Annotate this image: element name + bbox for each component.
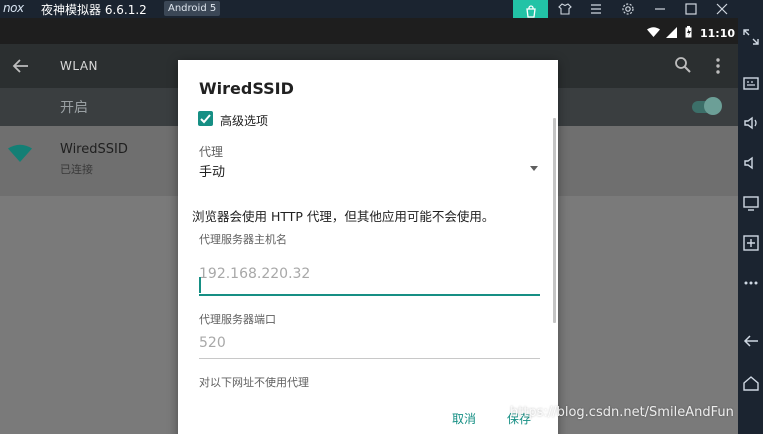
minimize-button[interactable] (645, 0, 675, 18)
proxy-select-value[interactable]: 手动 (199, 161, 225, 180)
home-icon[interactable] (742, 374, 760, 392)
nox-logo: nox (3, 1, 24, 15)
status-bar: 11:10 (0, 18, 738, 44)
proxy-host-input[interactable] (199, 254, 540, 296)
more-icon[interactable] (742, 274, 760, 292)
keyboard-icon[interactable] (742, 74, 760, 92)
proxy-label: 代理 (199, 145, 224, 159)
android-version-badge: Android 5 (164, 1, 221, 16)
page-title: WLAN (60, 59, 99, 73)
back-arrow-icon[interactable] (11, 56, 31, 76)
check-icon (200, 114, 211, 124)
settings-button[interactable] (613, 0, 643, 18)
search-icon[interactable] (674, 56, 692, 74)
menu-button[interactable] (581, 0, 611, 18)
proxy-port-input[interactable] (199, 334, 540, 359)
cancel-button[interactable]: 取消 (448, 408, 480, 429)
maximize-icon (685, 3, 697, 15)
proxy-note: 浏览器会使用 HTTP 代理，但其他应用可能不会使用。 (192, 209, 495, 224)
screen-icon[interactable] (742, 194, 760, 212)
emulator-sidebar (738, 18, 763, 434)
android-screen: 11:10 WLAN 开启 WiredSSID 已连接 WiredSSID 高级… (0, 18, 738, 434)
advanced-options-checkbox[interactable] (198, 111, 213, 126)
battery-status-icon (685, 26, 692, 38)
volume-up-icon[interactable] (742, 114, 760, 132)
close-button[interactable] (707, 0, 737, 18)
wifi-toggle-thumb[interactable] (704, 97, 722, 115)
maximize-button[interactable] (676, 0, 706, 18)
store-icon (525, 5, 536, 18)
signal-status-icon (666, 27, 677, 38)
advanced-options-label[interactable]: 高级选项 (220, 112, 268, 129)
add-apk-icon[interactable] (742, 234, 760, 252)
close-icon (716, 3, 728, 15)
chevron-down-icon[interactable] (530, 166, 538, 171)
network-dialog: WiredSSID 高级选项 代理 手动 浏览器会使用 HTTP 代理，但其他应… (178, 60, 558, 434)
minimize-icon (655, 8, 665, 10)
text-cursor (199, 277, 201, 293)
volume-down-icon[interactable] (742, 154, 760, 172)
proxy-port-label: 代理服务器端口 (199, 313, 276, 326)
emulator-titlebar: nox 夜神模拟器 6.6.1.2 Android 5 (0, 0, 763, 24)
emulator-window: nox 夜神模拟器 6.6.1.2 Android 5 11:10 WLAN 开… (0, 0, 763, 434)
network-name: WiredSSID (60, 142, 128, 157)
shirt-icon (558, 3, 572, 15)
wifi-signal-icon (8, 144, 32, 162)
dialog-scrollbar[interactable] (553, 118, 556, 323)
menu-icon (591, 4, 601, 14)
gear-icon (622, 3, 634, 15)
wifi-switch-label: 开启 (60, 100, 88, 116)
back-icon[interactable] (742, 332, 760, 350)
network-status: 已连接 (60, 163, 93, 176)
dialog-title: WiredSSID (199, 79, 294, 98)
theme-button[interactable] (550, 0, 580, 18)
expand-icon[interactable] (742, 28, 760, 46)
status-clock: 11:10 (700, 27, 736, 40)
proxy-host-label: 代理服务器主机名 (199, 233, 287, 246)
emulator-title: 夜神模拟器 6.6.1.2 (41, 3, 147, 17)
bypass-proxy-label: 对以下网址不使用代理 (199, 376, 309, 389)
wifi-status-icon (647, 27, 660, 37)
more-vert-icon[interactable] (712, 56, 724, 76)
watermark: https://blog.csdn.net/SmileAndFun (510, 405, 734, 420)
